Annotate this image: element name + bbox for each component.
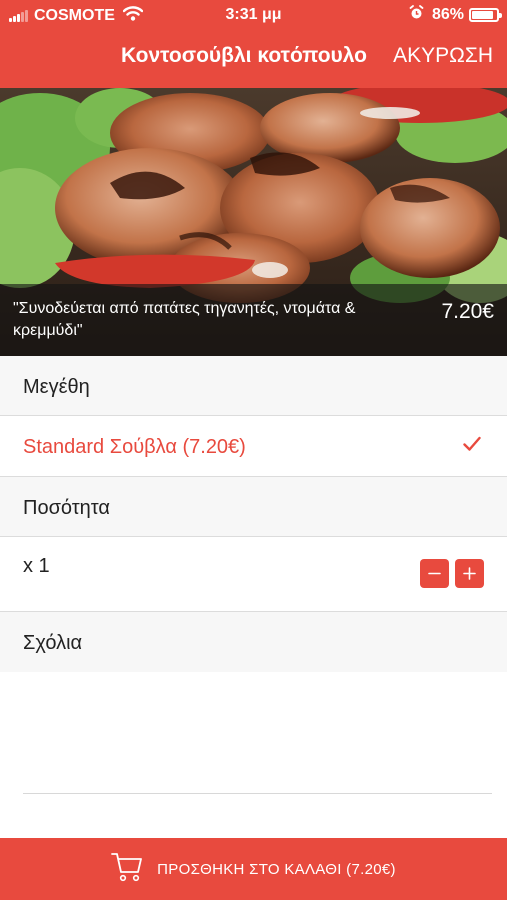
status-bar: COSMOTE 3:31 μμ 86% <box>0 0 507 30</box>
comments-underline <box>23 793 492 794</box>
quantity-header-label: Ποσότητα <box>23 497 110 519</box>
add-to-cart-button[interactable]: ΠΡΟΣΘΗΚΗ ΣΤΟ ΚΑΛΑΘΙ (7.20€) <box>0 838 507 900</box>
sizes-header: Μεγέθη <box>0 356 507 416</box>
add-to-cart-content: ΠΡΟΣΘΗΚΗ ΣΤΟ ΚΑΛΑΘΙ (7.20€) <box>0 852 507 887</box>
quantity-row: x 1 <box>0 537 507 612</box>
page-title: Κοντοσούβλι κοτόπουλο <box>120 44 367 67</box>
add-to-cart-label: ΠΡΟΣΘΗΚΗ ΣΤΟ ΚΑΛΑΘΙ (7.20€) <box>157 861 396 878</box>
comments-header-label: Σχόλια <box>23 632 83 654</box>
product-image: "Συνοδεύεται από πατάτες τηγανητές, ντομ… <box>0 88 507 356</box>
comments-header: Σχόλια <box>0 612 507 672</box>
comments-input[interactable] <box>0 672 507 838</box>
nav-bar: Κοντοσούβλι κοτόπουλο ΑΚΥΡΩΣΗ <box>0 30 507 88</box>
quantity-header: Ποσότητα <box>0 477 507 537</box>
product-description: "Συνοδεύεται από πατάτες τηγανητές, ντομ… <box>13 300 356 339</box>
quantity-value: x 1 <box>23 555 50 577</box>
alarm-icon <box>409 5 424 25</box>
minus-icon <box>428 572 441 575</box>
status-right: 86% <box>409 5 502 25</box>
size-option-label: Standard Σούβλα (7.20€) <box>23 436 246 458</box>
battery-icon <box>469 8 502 22</box>
hero-caption: "Συνοδεύεται από πατάτες τηγανητές, ντομ… <box>0 284 507 356</box>
plus-icon <box>463 567 476 580</box>
battery-fill <box>472 11 493 19</box>
size-option-standard[interactable]: Standard Σούβλα (7.20€) <box>0 416 507 477</box>
checkmark-icon <box>463 436 481 457</box>
cancel-button[interactable]: ΑΚΥΡΩΣΗ <box>393 44 493 68</box>
sizes-header-label: Μεγέθη <box>23 376 90 398</box>
product-price: 7.20€ <box>441 300 494 323</box>
battery-percent: 86% <box>431 6 464 23</box>
cart-icon <box>111 852 143 887</box>
increment-button[interactable] <box>455 559 484 588</box>
decrement-button[interactable] <box>420 559 449 588</box>
